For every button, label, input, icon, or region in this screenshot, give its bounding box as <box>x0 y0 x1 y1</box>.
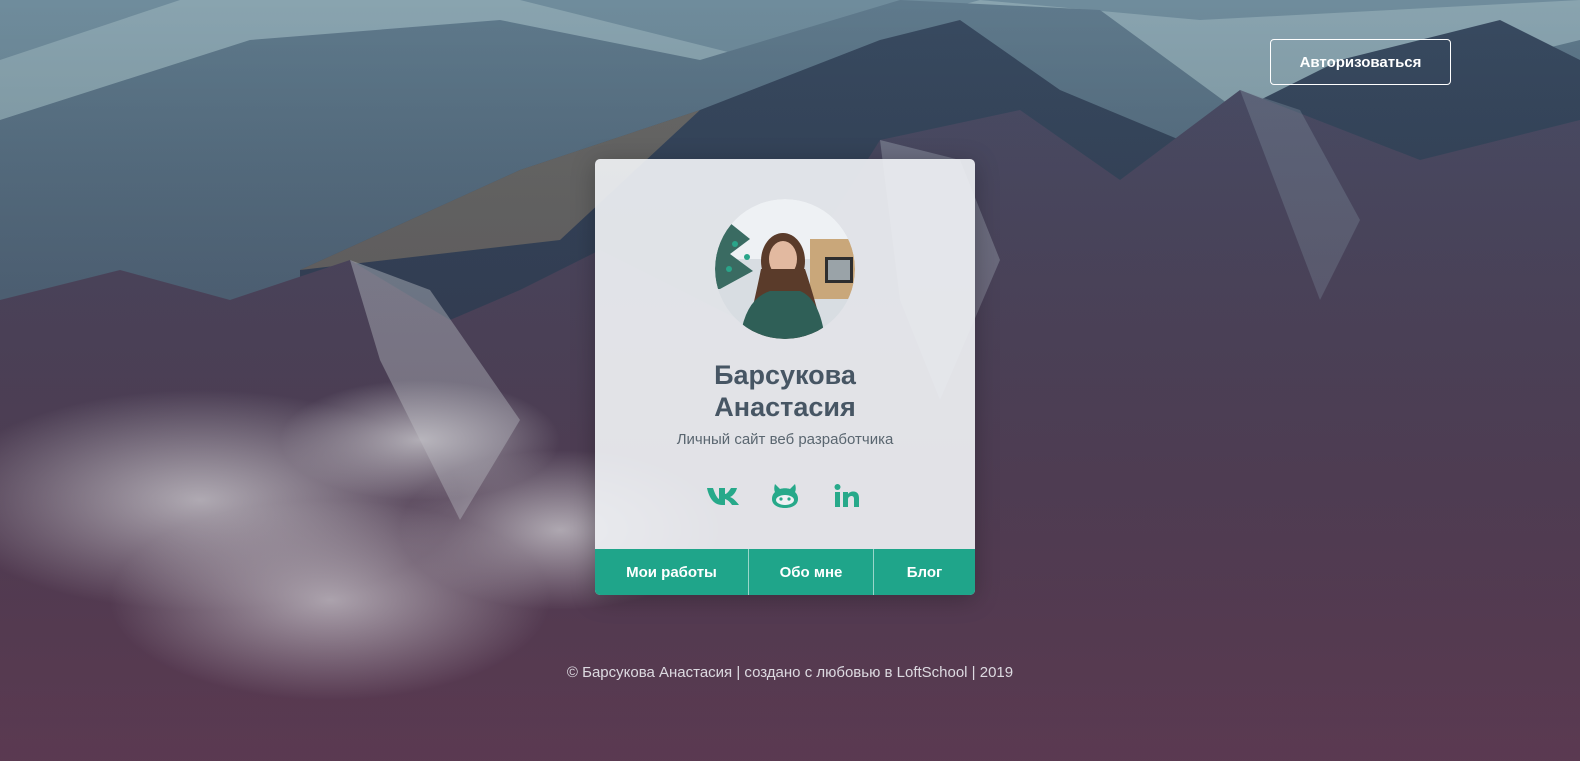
profile-card: Барсукова Анастасия Личный сайт веб разр… <box>595 159 975 595</box>
nav-item-blog[interactable]: Блог <box>874 549 975 595</box>
github-icon[interactable] <box>767 481 803 511</box>
nav-item-about[interactable]: Обо мне <box>749 549 874 595</box>
profile-name: Барсукова Анастасия <box>595 359 975 423</box>
auth-button[interactable]: Авторизоваться <box>1270 39 1451 85</box>
nav-item-works[interactable]: Мои работы <box>595 549 749 595</box>
profile-name-line2: Анастасия <box>714 392 856 422</box>
vk-icon[interactable] <box>705 481 741 511</box>
social-links <box>595 481 975 511</box>
linkedin-icon[interactable] <box>829 481 865 511</box>
main-nav: Мои работы Обо мне Блог <box>595 549 975 595</box>
avatar <box>715 199 855 339</box>
footer-copyright: © Барсукова Анастасия | создано с любовь… <box>566 664 1014 681</box>
profile-name-line1: Барсукова <box>714 360 856 390</box>
profile-subtitle: Личный сайт веб разработчика <box>676 431 894 448</box>
